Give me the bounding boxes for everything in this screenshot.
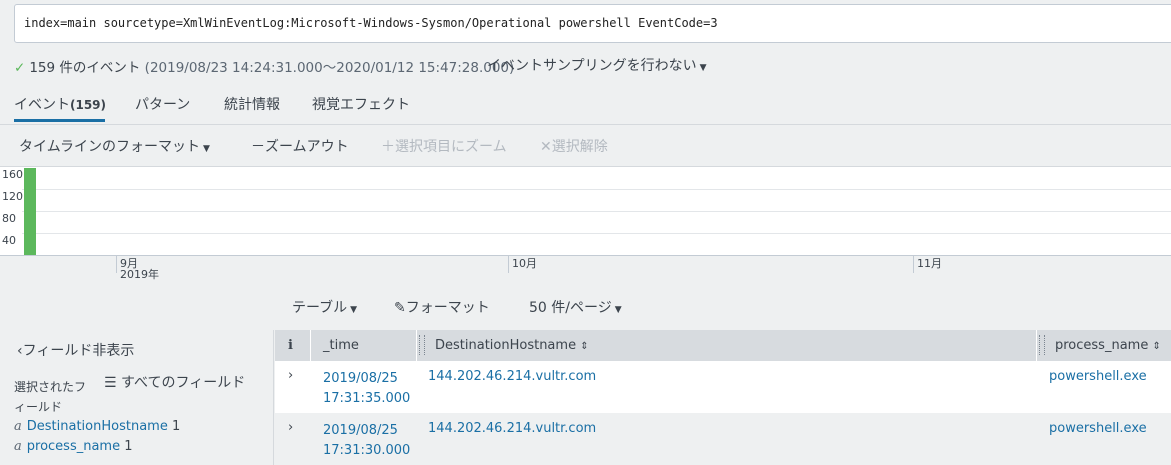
zoom-out-button[interactable]: －ズームアウト <box>251 136 349 156</box>
per-page-label: 50 件/ページ <box>529 300 612 316</box>
expand-row-icon[interactable]: › <box>288 420 293 435</box>
sampling-dropdown[interactable]: イベントサンプリングを行わない ▼ <box>487 55 707 75</box>
time-range: (2019/08/23 14:24:31.000～2020/01/12 15:4… <box>144 60 515 76</box>
tab-events-count: (159) <box>70 98 107 112</box>
tab-visualization[interactable]: 視覚エフェクト <box>312 94 410 114</box>
field-count: 1 <box>124 439 133 454</box>
timeline-format-label: タイムラインのフォーマット <box>19 139 201 155</box>
time-cell-date: 2019/08/25 <box>323 371 398 386</box>
time-cell-time: 17:31:35.000 <box>323 391 411 406</box>
column-drag-handle[interactable] <box>419 335 425 355</box>
timeline-bar[interactable] <box>24 168 36 255</box>
dest-column-header[interactable]: DestinationHostname ⇕ <box>435 338 589 353</box>
column-drag-handle[interactable] <box>1039 335 1045 355</box>
table-view-dropdown[interactable]: テーブル ▼ <box>292 297 357 317</box>
field-item[interactable]: a process_name 1 <box>14 439 133 454</box>
gridline <box>22 211 1171 212</box>
event-summary: ✓ 159 件のイベント (2019/08/23 14:24:31.000～202… <box>14 56 514 76</box>
field-item[interactable]: a DestinationHostname 1 <box>14 419 180 434</box>
caret-down-icon: ▼ <box>699 63 707 73</box>
zoom-to-selection-button[interactable]: ＋選択項目にズーム <box>381 136 507 156</box>
timeline-format-dropdown[interactable]: タイムラインのフォーマット ▼ <box>19 136 210 156</box>
x-tick-label: 9月 2019年 <box>120 258 159 280</box>
column-separator <box>416 330 417 361</box>
y-tick-label: 40 <box>2 234 16 247</box>
dest-column-label: DestinationHostname <box>435 338 577 353</box>
x-tick <box>508 255 509 273</box>
field-count: 1 <box>171 419 181 434</box>
time-cell[interactable]: 2019/08/25 17:31:35.000 <box>323 369 410 409</box>
deselect-button[interactable]: ✕選択解除 <box>540 136 608 156</box>
y-tick-label: 160 <box>2 168 23 181</box>
y-tick-label: 120 <box>2 190 23 203</box>
caret-down-icon: ▼ <box>614 305 622 315</box>
all-fields-button[interactable]: ☰ すべてのフィールド <box>104 372 245 392</box>
check-icon: ✓ <box>14 60 26 76</box>
per-page-dropdown[interactable]: 50 件/ページ ▼ <box>529 297 622 317</box>
y-tick-label: 80 <box>2 212 16 225</box>
process-column-label: process_name <box>1055 338 1149 353</box>
event-count: 159 件のイベント <box>29 60 141 76</box>
active-tab-indicator <box>14 119 105 122</box>
expand-row-icon[interactable]: › <box>288 368 293 383</box>
dest-cell[interactable]: 144.202.46.214.vultr.com <box>428 369 596 384</box>
column-separator <box>1036 330 1037 361</box>
tab-events[interactable]: イベント(159) <box>14 94 106 114</box>
selected-fields-heading: 選択されたフ ィールド <box>14 377 86 417</box>
sort-icon[interactable]: ⇕ <box>1152 341 1160 352</box>
process-cell[interactable]: powershell.exe <box>1049 421 1147 436</box>
table-view-label: テーブル <box>292 300 348 316</box>
format-button[interactable]: ✎フォーマット <box>394 297 490 317</box>
tab-events-label: イベント <box>14 97 70 113</box>
time-cell[interactable]: 2019/08/25 17:31:30.000 <box>323 421 410 461</box>
tab-statistics[interactable]: 統計情報 <box>224 94 280 114</box>
field-type-icon: a <box>14 439 22 454</box>
process-cell[interactable]: powershell.exe <box>1049 369 1147 384</box>
tab-patterns[interactable]: パターン <box>135 94 190 114</box>
x-tick-label: 11月 <box>917 257 942 270</box>
sort-icon[interactable]: ⇕ <box>580 341 588 352</box>
field-type-icon: a <box>14 419 22 434</box>
divider <box>0 124 1171 125</box>
column-separator <box>310 330 311 361</box>
field-name: DestinationHostname <box>26 419 168 434</box>
x-tick <box>913 255 914 273</box>
dest-cell[interactable]: 144.202.46.214.vultr.com <box>428 421 596 436</box>
time-column-header[interactable]: _time <box>323 338 359 353</box>
info-column-header: i <box>288 338 293 353</box>
time-cell-time: 17:31:30.000 <box>323 443 411 458</box>
selected-fields-line: 選択されたフ <box>14 380 87 394</box>
x-tick-year: 2019年 <box>120 268 159 281</box>
selected-fields-line: ィールド <box>14 400 63 414</box>
x-tick-label: 10月 <box>512 257 537 270</box>
pencil-icon: ✎ <box>394 300 406 316</box>
all-fields-label: すべてのフィールド <box>121 375 246 391</box>
list-icon: ☰ <box>104 375 117 391</box>
process-column-header[interactable]: process_name ⇕ <box>1055 338 1161 353</box>
caret-down-icon: ▼ <box>350 305 358 315</box>
x-tick <box>116 255 117 273</box>
sampling-label: イベントサンプリングを行わない <box>487 58 697 74</box>
time-cell-date: 2019/08/25 <box>323 423 398 438</box>
search-input[interactable]: index=main sourcetype=XmlWinEventLog:Mic… <box>14 4 1171 43</box>
format-label: フォーマット <box>405 300 490 316</box>
caret-down-icon: ▼ <box>203 144 210 154</box>
x-axis <box>0 255 1171 256</box>
hide-fields-label: フィールド非表示 <box>22 343 135 359</box>
hide-fields-button[interactable]: ‹フィールド非表示 <box>17 340 134 360</box>
gridline <box>22 233 1171 234</box>
gridline <box>22 189 1171 190</box>
field-name: process_name <box>26 439 121 454</box>
